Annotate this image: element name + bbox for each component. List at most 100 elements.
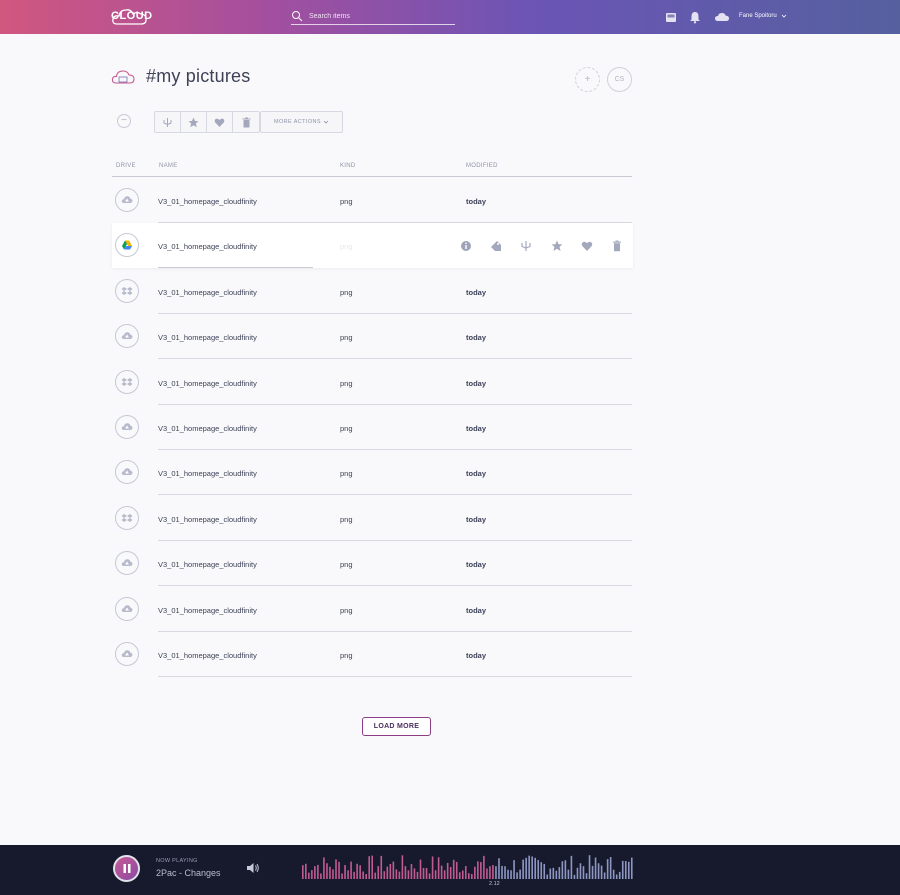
file-kind: png: [340, 424, 353, 433]
file-modified: today: [466, 560, 487, 570]
waveform-bar: [525, 857, 527, 879]
waveform-bar: [308, 872, 310, 879]
row-tag-icon[interactable]: [490, 240, 502, 252]
chevron-down-icon[interactable]: [781, 13, 787, 19]
row-info-icon[interactable]: [460, 240, 472, 252]
waveform-bar: [425, 868, 428, 879]
pause-icon: [123, 864, 130, 873]
table-row[interactable]: V3_01_homepage_cloudfinity png: [112, 223, 633, 269]
drive-badge: [115, 188, 139, 212]
waveform-bar: [531, 856, 533, 879]
row-heart-icon[interactable]: [581, 240, 593, 252]
drive-badge: [115, 233, 139, 258]
table-row[interactable]: V3_01_homepage_cloudfinity png today: [112, 496, 633, 541]
deselect-all-button[interactable]: −: [117, 114, 131, 128]
drive-badge: [115, 551, 139, 576]
waveform-bar: [401, 855, 404, 879]
music-player: NOW PLAYING 2Pac - Changes 2.12: [0, 845, 900, 895]
chevron-down-icon: [323, 120, 329, 124]
load-more-button[interactable]: LOAD MORE: [362, 717, 431, 736]
table-row[interactable]: V3_01_homepage_cloudfinity png today: [112, 450, 633, 496]
cloud-logo[interactable]: CLOUD: [111, 6, 152, 28]
file-kind: png: [340, 287, 353, 297]
share-button[interactable]: [155, 112, 181, 132]
waveform-bar: [392, 861, 395, 879]
delete-button[interactable]: [233, 112, 259, 132]
drive-badge: [115, 415, 139, 439]
bell-icon[interactable]: [688, 10, 702, 24]
table-row[interactable]: V3_01_homepage_cloudfinity png today: [112, 269, 633, 314]
waveform-bar: [498, 858, 500, 879]
pause-button[interactable]: [113, 855, 140, 882]
drive-badge: [115, 460, 139, 485]
file-modified: today: [466, 424, 487, 433]
table-row[interactable]: V3_01_homepage_cloudfinity png today: [112, 178, 633, 223]
waveform-bar: [489, 866, 491, 879]
file-kind: png: [340, 197, 353, 206]
cloudfinity-drive-icon: [121, 423, 133, 430]
waveform-bar: [477, 861, 479, 879]
waveform-bar: [365, 874, 367, 879]
table-row[interactable]: V3_01_homepage_cloudfinity png today: [112, 587, 633, 632]
table-row[interactable]: V3_01_homepage_cloudfinity png today: [112, 541, 633, 587]
waveform-bar: [437, 857, 440, 879]
table-row[interactable]: V3_01_homepage_cloudfinity png today: [112, 314, 633, 360]
user-avatar[interactable]: CS: [607, 67, 632, 92]
star-button[interactable]: [181, 112, 207, 132]
file-name: V3_01_homepage_cloudfinity: [158, 333, 257, 343]
row-star-icon[interactable]: [551, 240, 563, 252]
action-toolbar: [154, 111, 260, 133]
more-actions-dropdown[interactable]: MORE ACTIONS: [260, 111, 343, 133]
waveform-bar: [486, 868, 488, 879]
table-row[interactable]: V3_01_homepage_cloudfinity png today: [112, 360, 633, 405]
add-button[interactable]: +: [575, 67, 600, 92]
file-modified: today: [466, 197, 487, 206]
waveform-bar: [338, 861, 340, 879]
waveform-bar: [302, 865, 304, 879]
trash-icon: [242, 117, 250, 127]
file-kind: png: [340, 469, 353, 479]
inbox-icon[interactable]: [664, 10, 678, 24]
waveform-bar: [630, 857, 633, 879]
waveform-bar: [516, 872, 518, 879]
search-box[interactable]: [291, 9, 455, 25]
waveform-bar: [332, 869, 334, 879]
waveform-bar: [615, 874, 618, 879]
file-name: V3_01_homepage_cloudfinity: [158, 424, 257, 433]
audio-waveform-scrubber[interactable]: [302, 853, 634, 879]
favorite-button[interactable]: [207, 112, 233, 132]
search-input[interactable]: [309, 9, 449, 24]
user-name[interactable]: Fane Spoitoru: [739, 13, 777, 19]
waveform-bar: [455, 861, 458, 879]
cloud-icon[interactable]: [714, 10, 730, 24]
waveform-bar: [618, 871, 621, 879]
dropbox-drive-icon: [121, 513, 133, 522]
waveform-bar: [398, 871, 401, 879]
waveform-bar: [443, 870, 446, 879]
waveform-bar: [600, 865, 603, 879]
drive-badge: [115, 505, 139, 530]
table-row[interactable]: V3_01_homepage_cloudfinity png today: [112, 405, 633, 450]
cloudfinity-drive-icon: [121, 196, 133, 203]
waveform-bar: [522, 859, 524, 879]
table-row[interactable]: V3_01_homepage_cloudfinity png today: [112, 632, 633, 677]
column-header-modified[interactable]: MODIFIED: [466, 163, 498, 169]
heart-icon: [214, 118, 225, 127]
column-header-name[interactable]: NAME: [159, 163, 178, 169]
waveform-bar: [468, 873, 470, 879]
waveform-bar: [389, 863, 392, 879]
row-trash-icon[interactable]: [611, 240, 623, 252]
waveform-bar: [320, 873, 322, 879]
waveform-bar: [347, 870, 349, 879]
column-header-kind[interactable]: KIND: [340, 163, 356, 169]
file-kind: png: [340, 651, 353, 660]
volume-icon[interactable]: [246, 862, 260, 874]
row-share-icon[interactable]: [520, 240, 532, 252]
dropbox-drive-icon: [121, 286, 133, 295]
waveform-bar: [410, 864, 413, 879]
waveform-bar: [374, 872, 377, 879]
column-header-drive[interactable]: DRIVE: [116, 163, 136, 169]
waveform-bar: [570, 855, 573, 879]
waveform-bar: [537, 860, 540, 879]
waveform-bar: [317, 864, 319, 879]
